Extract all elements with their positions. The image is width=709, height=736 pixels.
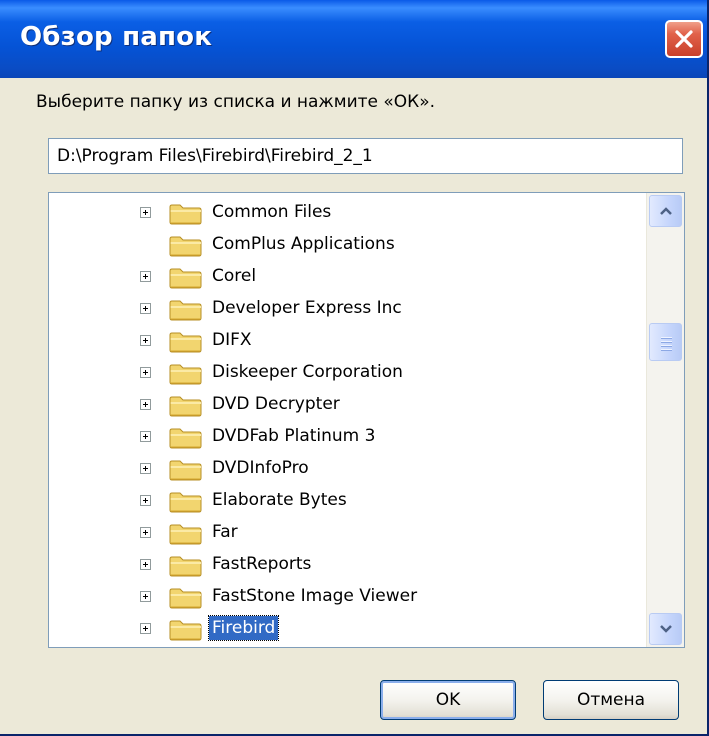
plus-box-icon[interactable] bbox=[140, 367, 151, 378]
folder-icon bbox=[169, 395, 203, 421]
plus-box-icon[interactable] bbox=[140, 431, 151, 442]
plus-box-icon[interactable] bbox=[140, 335, 151, 346]
close-button[interactable] bbox=[665, 20, 703, 58]
folder-tree-item[interactable]: DIFX bbox=[49, 325, 649, 357]
folder-icon bbox=[169, 299, 203, 325]
folder-tree-item-label: FastStone Image Viewer bbox=[212, 586, 418, 606]
plus-box-icon[interactable] bbox=[140, 559, 151, 570]
scroll-thumb[interactable] bbox=[649, 323, 682, 361]
chevron-up-icon bbox=[660, 207, 672, 215]
scroll-down-button[interactable] bbox=[649, 613, 682, 645]
folder-icon bbox=[169, 267, 203, 293]
plus-box-icon[interactable] bbox=[140, 271, 151, 282]
instruction-text: Выберите папку из списка и нажмите «ОК». bbox=[36, 92, 436, 112]
plus-box-icon[interactable] bbox=[140, 623, 151, 634]
folder-tree-item[interactable]: ComPlus Applications bbox=[49, 229, 649, 261]
folder-tree-item[interactable]: FastReports bbox=[49, 549, 649, 581]
folder-tree-item-label: Far bbox=[212, 522, 238, 542]
scroll-thumb-grip bbox=[661, 337, 672, 339]
folder-tree-item-label: DVDInfoPro bbox=[212, 458, 309, 478]
folder-icon bbox=[169, 587, 203, 613]
plus-box-icon[interactable] bbox=[140, 463, 151, 474]
folder-tree-item-label: Elaborate Bytes bbox=[212, 490, 347, 510]
folder-browser-dialog: Обзор папок Выберите папку из списка и н… bbox=[0, 0, 709, 736]
ok-button[interactable]: OK bbox=[380, 680, 516, 720]
scroll-up-button[interactable] bbox=[649, 195, 682, 227]
folder-tree-item[interactable]: DVD Decrypter bbox=[49, 389, 649, 421]
folder-tree-item-label: ComPlus Applications bbox=[212, 234, 395, 254]
folder-icon bbox=[169, 427, 203, 453]
scroll-thumb-grip bbox=[661, 341, 672, 343]
folder-icon bbox=[169, 235, 203, 261]
folder-tree-item[interactable]: Elaborate Bytes bbox=[49, 485, 649, 517]
folder-tree-item-label: DVDFab Platinum 3 bbox=[212, 426, 376, 446]
folder-icon bbox=[169, 363, 203, 389]
plus-box-icon[interactable] bbox=[140, 527, 151, 538]
folder-tree-item[interactable]: DVDFab Platinum 3 bbox=[49, 421, 649, 453]
close-icon bbox=[675, 30, 693, 48]
folder-tree-item[interactable]: Developer Express Inc bbox=[49, 293, 649, 325]
plus-box-icon[interactable] bbox=[140, 207, 151, 218]
plus-box-icon[interactable] bbox=[140, 303, 151, 314]
plus-box-icon[interactable] bbox=[140, 495, 151, 506]
folder-tree-item-label: Common Files bbox=[212, 202, 332, 222]
plus-box-icon[interactable] bbox=[140, 399, 151, 410]
scroll-thumb-grip bbox=[661, 345, 672, 347]
chevron-down-icon bbox=[660, 625, 672, 633]
vertical-scrollbar[interactable] bbox=[646, 193, 684, 647]
dialog-title: Обзор папок bbox=[20, 22, 213, 52]
folder-tree-item[interactable]: DVDInfoPro bbox=[49, 453, 649, 485]
folder-tree-item[interactable]: Diskeeper Corporation bbox=[49, 357, 649, 389]
folder-tree[interactable]: Common Files ComPlus Applications Corel Dev… bbox=[48, 192, 685, 648]
scroll-thumb-grip bbox=[661, 349, 672, 351]
folder-tree-item-label: Diskeeper Corporation bbox=[212, 362, 403, 382]
folder-tree-item[interactable]: Corel bbox=[49, 261, 649, 293]
folder-tree-item[interactable]: Common Files bbox=[49, 197, 649, 229]
folder-icon bbox=[169, 523, 203, 549]
plus-box-icon[interactable] bbox=[140, 591, 151, 602]
folder-icon bbox=[169, 491, 203, 517]
folder-tree-item-label: FastReports bbox=[212, 554, 312, 574]
folder-icon bbox=[169, 331, 203, 357]
folder-tree-item-label: Corel bbox=[212, 266, 257, 286]
folder-tree-item-label: Developer Express Inc bbox=[212, 298, 402, 318]
folder-tree-item-label: DVD Decrypter bbox=[212, 394, 340, 414]
folder-tree-item-label: DIFX bbox=[212, 330, 252, 350]
folder-icon bbox=[169, 459, 203, 485]
title-bar[interactable]: Обзор папок bbox=[0, 0, 707, 78]
folder-tree-item[interactable]: FastStone Image Viewer bbox=[49, 581, 649, 613]
folder-tree-item[interactable]: Firebird bbox=[49, 613, 649, 645]
folder-icon bbox=[169, 203, 203, 229]
folder-tree-item-label: Firebird bbox=[207, 615, 280, 641]
folder-tree-item[interactable]: Far bbox=[49, 517, 649, 549]
folder-icon bbox=[169, 619, 203, 645]
folder-path-input[interactable] bbox=[48, 138, 683, 174]
cancel-button[interactable]: Отмена bbox=[543, 680, 679, 720]
folder-icon bbox=[169, 555, 203, 581]
